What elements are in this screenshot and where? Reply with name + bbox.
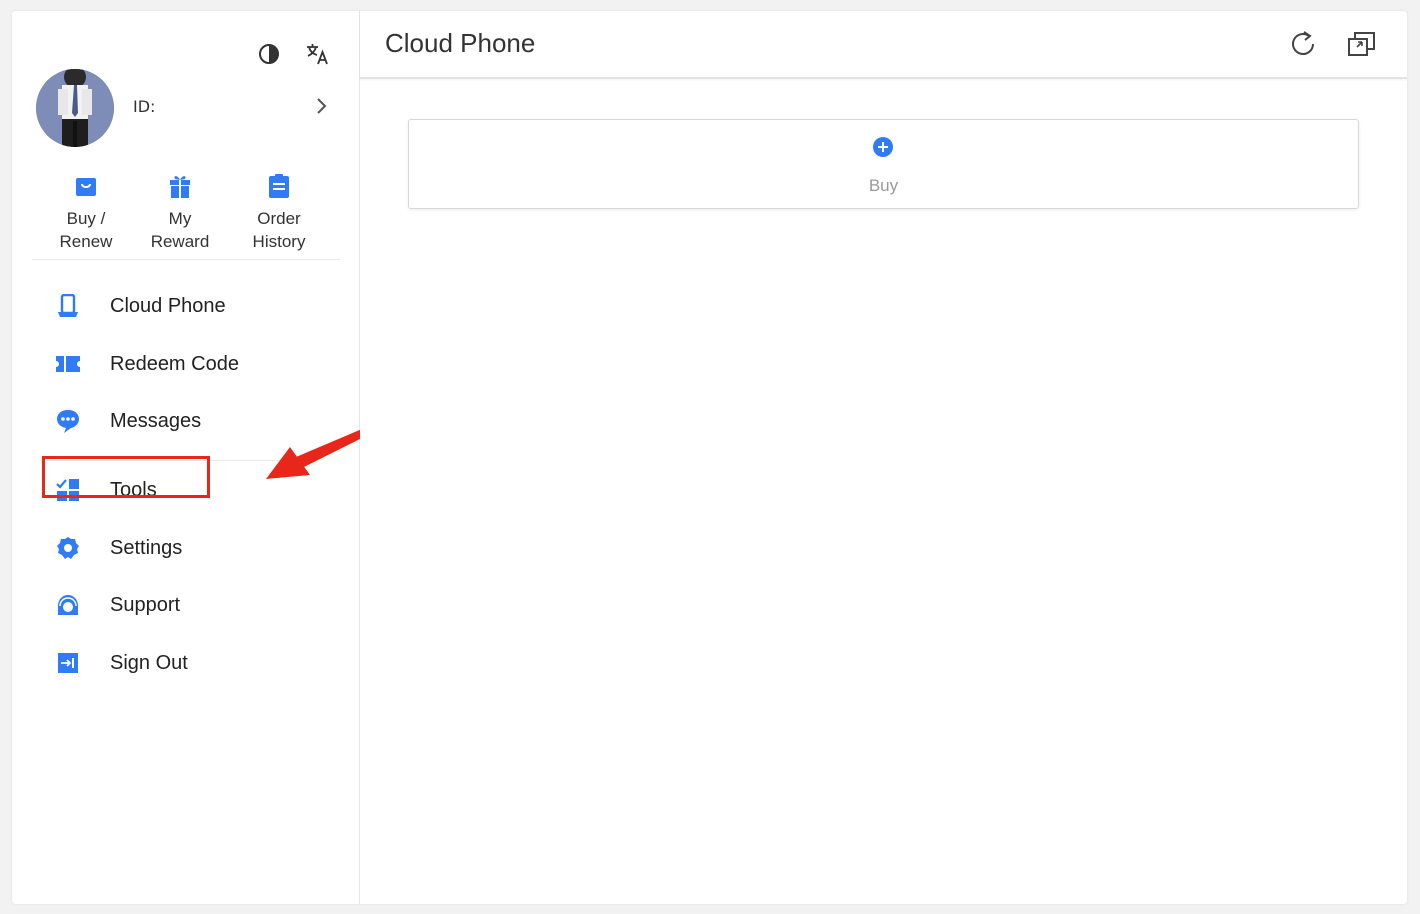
my-reward-button[interactable]: My Reward [140,171,220,259]
shopping-bag-icon [32,171,140,201]
buy-renew-button[interactable]: Buy / Renew [32,171,140,259]
window-switch-icon[interactable] [1347,30,1375,58]
sidebar-item-messages[interactable]: Messages [52,401,201,441]
order-history-label: Order History [252,209,306,251]
chevron-right-icon[interactable] [314,95,330,117]
sidebar-item-label: Sign Out [110,651,188,674]
gear-icon [52,532,84,564]
sidebar-item-redeem-code[interactable]: Redeem Code [52,344,239,384]
chat-bubble-icon [52,405,84,437]
refresh-icon[interactable] [1289,30,1317,58]
main-header: Cloud Phone [360,11,1407,79]
my-reward-label: My Reward [150,209,210,251]
sidebar-item-label: Messages [110,409,202,432]
sidebar-item-settings[interactable]: Settings [52,528,182,568]
header-icons [1289,30,1375,58]
sidebar-top-icons [256,41,330,67]
sidebar-item-label: Cloud Phone [110,294,226,317]
translate-icon[interactable] [304,41,330,67]
page-title: Cloud Phone [385,28,536,58]
main-panel: Cloud Phone Buy [360,11,1407,904]
sidebar-item-sign-out[interactable]: Sign Out [52,643,188,683]
plus-circle-icon [872,136,894,158]
sidebar-item-label: Support [110,593,181,616]
user-id-label: ID: [133,97,156,116]
sign-out-icon [52,647,84,679]
theme-toggle-icon[interactable] [256,41,282,67]
gift-icon [140,171,220,201]
profile-section[interactable]: ID: [36,69,336,149]
buy-renew-label: Buy / Renew [59,209,113,251]
headset-icon [52,589,84,621]
sidebar-item-label: Redeem Code [110,352,239,375]
sidebar-item-support[interactable]: Support [52,585,180,625]
quick-actions: Buy / Renew My Reward Order History [32,171,340,260]
cloud-phone-icon [52,290,84,322]
buy-card[interactable]: Buy [408,119,1359,209]
sidebar-item-label: Settings [110,536,183,559]
highlight-box [42,456,210,498]
app-window: ID: Buy / Renew My Reward Order History … [12,11,1407,904]
ticket-icon [52,348,84,380]
sidebar-item-cloud-phone[interactable]: Cloud Phone [52,286,226,326]
avatar[interactable] [36,69,114,147]
buy-label: Buy [868,176,899,195]
order-history-button[interactable]: Order History [220,171,338,259]
clipboard-icon [220,171,338,201]
